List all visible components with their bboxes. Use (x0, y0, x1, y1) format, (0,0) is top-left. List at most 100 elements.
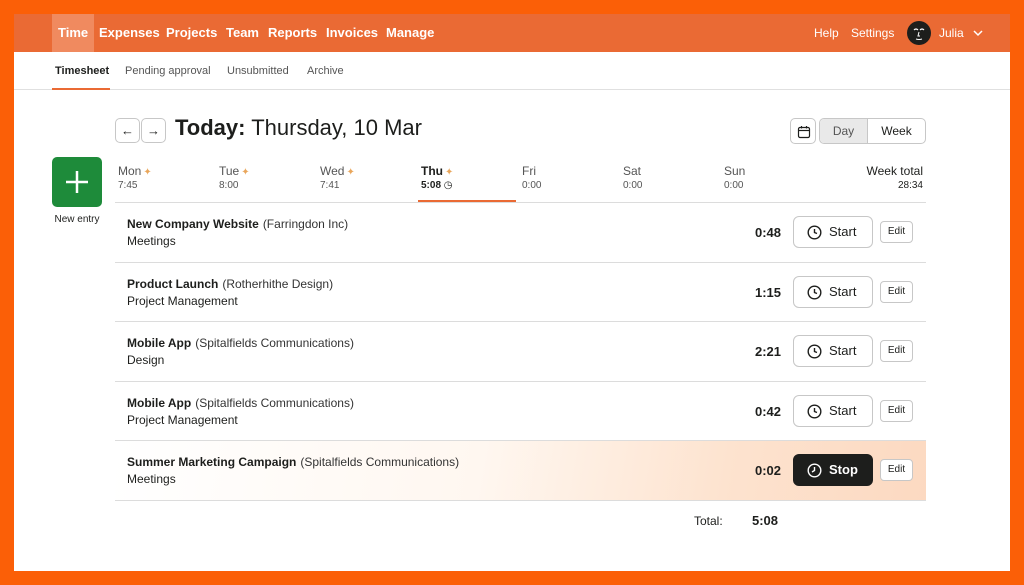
clock-icon (807, 284, 822, 300)
day-time: 0:00 (724, 180, 744, 191)
time-entry-row: New Company Website (Farringdon Inc) Meet… (115, 203, 926, 263)
next-day-button[interactable]: → (141, 118, 166, 143)
day-time: 7:45 (118, 180, 138, 191)
day-tab-thu[interactable]: Thu ✦ 5:08 ◷ (421, 164, 453, 191)
day-name: Thu (421, 164, 443, 178)
new-entry-label: New entry (54, 214, 100, 225)
arrow-right-icon: → (147, 123, 160, 138)
stop-timer-button[interactable]: Stop (793, 454, 873, 486)
entry-task: Meetings (127, 472, 176, 486)
tab-unsubmitted[interactable]: Unsubmitted (227, 52, 289, 90)
avatar-face-icon (913, 28, 925, 40)
start-timer-button[interactable]: Start (793, 216, 873, 248)
entry-project: Summer Marketing Campaign (127, 455, 297, 469)
day-tab-tue[interactable]: Tue ✦ 8:00 (219, 164, 250, 191)
plus-icon (66, 171, 88, 193)
top-navigation: Time Expenses Projects Team Reports Invo… (14, 14, 1010, 52)
entry-client: (Spitalfields Communications) (195, 395, 354, 410)
entry-task: Meetings (127, 234, 176, 248)
entry-client: (Farringdon Inc) (262, 217, 349, 231)
nav-team[interactable]: Team (220, 14, 265, 52)
start-timer-button[interactable]: Start (793, 394, 873, 427)
day-time: 7:41 (320, 180, 340, 191)
time-entry-row: Product Launch (Rotherhithe Design) Proje… (115, 263, 926, 322)
edit-entry-button[interactable]: Edit (880, 280, 913, 303)
time-entry-row: Mobile App (Spitalfields Communications) … (115, 382, 926, 441)
stop-label: Stop (829, 462, 858, 477)
start-label: Start (829, 343, 857, 358)
start-label: Start (829, 224, 857, 239)
view-week-button[interactable]: Week (868, 119, 925, 143)
entry-project: New Company Website (127, 217, 259, 231)
edit-entry-button[interactable]: Edit (880, 399, 913, 422)
app-window: Time Expenses Projects Team Reports Invo… (14, 14, 1010, 571)
nav-invoices[interactable]: Invoices (320, 14, 384, 52)
previous-day-button[interactable]: ← (115, 118, 140, 143)
active-tab-indicator (52, 88, 110, 90)
sub-navigation: Timesheet Pending approval Unsubmitted A… (14, 52, 1010, 90)
start-label: Start (829, 402, 857, 418)
help-link[interactable]: Help (814, 14, 839, 52)
view-toggle: Day Week (819, 118, 926, 144)
calendar-button[interactable] (790, 118, 816, 144)
celebration-icon: ✦ (143, 167, 152, 178)
today-label: Today: (175, 115, 246, 140)
week-total: Week total 28:34 (867, 164, 923, 191)
calendar-icon (797, 126, 811, 139)
celebration-icon: ✦ (346, 167, 355, 178)
clock-icon (807, 225, 822, 240)
entry-duration: 2:21 (754, 344, 781, 359)
nav-expenses[interactable]: Expenses (93, 14, 166, 52)
current-date: Thursday, 10 Mar (251, 115, 422, 140)
tab-timesheet[interactable]: Timesheet (55, 52, 109, 90)
start-timer-button[interactable]: Start (793, 275, 873, 308)
start-timer-button[interactable]: Start (793, 335, 873, 367)
arrow-left-icon: ← (121, 123, 134, 138)
nav-projects[interactable]: Projects (160, 14, 223, 52)
day-tab-sat[interactable]: Sat 0:00 (623, 164, 642, 191)
clock-icon (807, 344, 822, 359)
edit-entry-button[interactable]: Edit (880, 221, 913, 243)
chevron-down-icon[interactable] (972, 27, 984, 39)
day-tab-fri[interactable]: Fri 0:00 (522, 164, 541, 191)
day-tab-sun[interactable]: Sun 0:00 (724, 164, 745, 191)
entry-project: Mobile App (127, 395, 192, 410)
start-label: Start (829, 283, 857, 299)
tab-pending-approval[interactable]: Pending approval (125, 52, 211, 90)
nav-time[interactable]: Time (52, 14, 95, 52)
user-name[interactable]: Julia (939, 14, 964, 52)
nav-manage[interactable]: Manage (380, 14, 440, 52)
entry-client: (Rotherhithe Design) (222, 276, 334, 291)
celebration-icon: ✦ (241, 167, 250, 178)
edit-entry-button[interactable]: Edit (880, 340, 913, 362)
time-entry-row-running: Summer Marketing Campaign (Spitalfields C… (115, 441, 926, 501)
new-entry-button[interactable] (52, 157, 102, 207)
total-label: Total: (694, 514, 723, 528)
entry-project: Product Launch (127, 276, 219, 291)
edit-entry-button[interactable]: Edit (880, 459, 913, 481)
running-clock-icon (807, 463, 822, 478)
entry-task: Design (127, 353, 165, 367)
settings-link[interactable]: Settings (851, 14, 894, 52)
celebration-icon: ✦ (445, 167, 454, 178)
entry-duration: 0:42 (754, 403, 781, 419)
day-time: 0:00 (623, 180, 643, 191)
page-title: Today: Thursday, 10 Mar (175, 115, 422, 141)
clock-icon (807, 403, 822, 419)
week-total-value: 28:34 (897, 180, 923, 191)
entry-task: Project Management (127, 293, 238, 308)
total-value: 5:08 (752, 513, 779, 528)
view-day-button[interactable]: Day (820, 119, 868, 143)
entry-duration: 0:48 (754, 225, 781, 240)
time-entries-list: New Company Website (Farringdon Inc) Meet… (115, 202, 926, 501)
day-time: 5:08 (421, 180, 442, 191)
entry-client: (Spitalfields Communications) (195, 336, 354, 350)
entry-client: (Spitalfields Communications) (300, 455, 460, 469)
day-tab-mon[interactable]: Mon ✦ 7:45 (118, 164, 152, 191)
tab-archive[interactable]: Archive (307, 52, 344, 90)
day-name: Mon (118, 164, 142, 178)
day-name: Sun (724, 164, 746, 178)
day-tab-wed[interactable]: Wed ✦ 7:41 (320, 164, 355, 191)
nav-reports[interactable]: Reports (262, 14, 323, 52)
user-avatar[interactable] (907, 21, 931, 45)
